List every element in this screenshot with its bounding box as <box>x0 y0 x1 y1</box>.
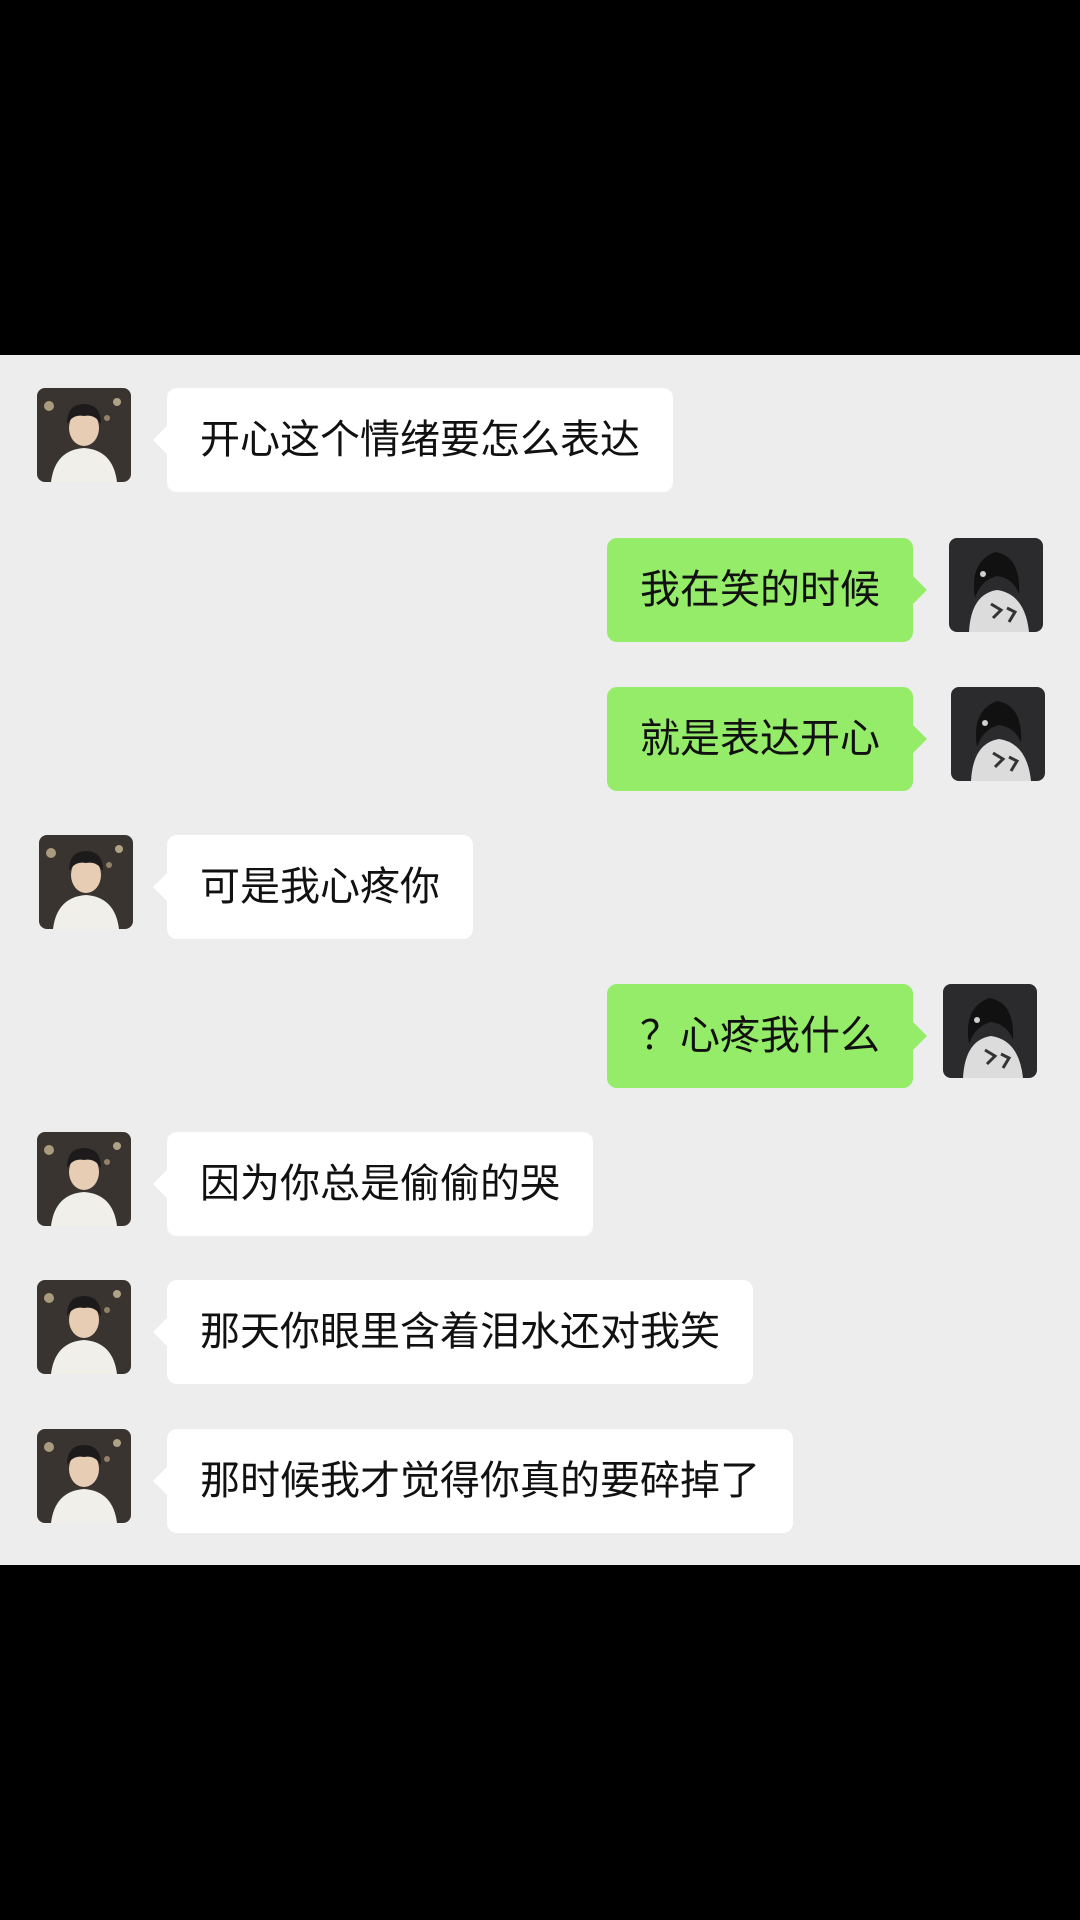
incoming-message-bubble[interactable]: 开心这个情绪要怎么表达 <box>153 388 673 492</box>
outgoing-message-bubble[interactable]: 就是表达开心 <box>607 687 927 791</box>
my-avatar[interactable] <box>951 687 1045 781</box>
contact-avatar[interactable] <box>37 1132 131 1226</box>
incoming-message-bubble[interactable]: 可是我心疼你 <box>153 835 473 939</box>
outgoing-message-bubble[interactable]: ？心疼我什么 <box>607 984 927 1088</box>
message-row: 就是表达开心 <box>0 687 1080 791</box>
incoming-message-bubble[interactable]: 因为你总是偷偷的哭 <box>153 1132 593 1236</box>
incoming-message-bubble[interactable]: 那时候我才觉得你真的要碎掉了 <box>153 1429 793 1533</box>
message-row: 因为你总是偷偷的哭 <box>0 1132 1080 1236</box>
my-avatar-girl-icon <box>943 984 1037 1078</box>
my-avatar[interactable] <box>949 538 1043 632</box>
message-row: 我在笑的时候 <box>0 538 1080 642</box>
outgoing-message-bubble[interactable]: 我在笑的时候 <box>607 538 927 642</box>
my-avatar-girl-icon <box>951 687 1045 781</box>
contact-avatar-boy-icon <box>39 835 133 929</box>
contact-avatar[interactable] <box>37 1280 131 1374</box>
contact-avatar-boy-icon <box>37 1280 131 1374</box>
chat-panel: 开心这个情绪要怎么表达 我在笑的时候 就是表达开心 可是我心疼你 ？心疼我什么 … <box>0 355 1080 1565</box>
contact-avatar-boy-icon <box>37 388 131 482</box>
contact-avatar[interactable] <box>39 835 133 929</box>
contact-avatar[interactable] <box>37 1429 131 1523</box>
message-row: 那天你眼里含着泪水还对我笑 <box>0 1280 1080 1384</box>
my-avatar[interactable] <box>943 984 1037 1078</box>
contact-avatar-boy-icon <box>37 1429 131 1523</box>
contact-avatar-boy-icon <box>37 1132 131 1226</box>
incoming-message-bubble[interactable]: 那天你眼里含着泪水还对我笑 <box>153 1280 753 1384</box>
contact-avatar[interactable] <box>37 388 131 482</box>
message-row: 那时候我才觉得你真的要碎掉了 <box>0 1429 1080 1533</box>
message-row: 可是我心疼你 <box>0 835 1080 939</box>
message-row: ？心疼我什么 <box>0 984 1080 1088</box>
message-row: 开心这个情绪要怎么表达 <box>0 388 1080 492</box>
my-avatar-girl-icon <box>949 538 1043 632</box>
